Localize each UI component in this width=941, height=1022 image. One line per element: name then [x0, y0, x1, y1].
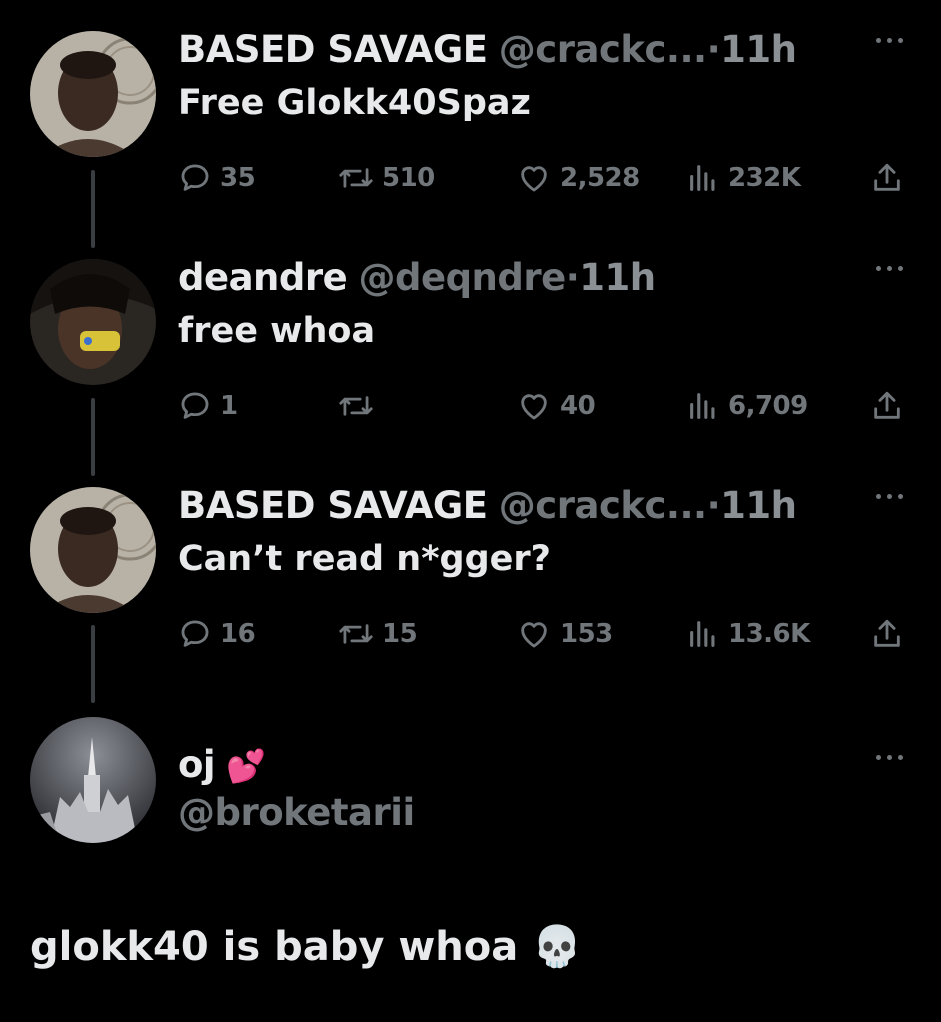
- more-options-button[interactable]: [870, 486, 910, 506]
- timestamp[interactable]: 11h: [720, 484, 797, 527]
- bar-chart-icon: [690, 165, 715, 191]
- heart-icon: [521, 622, 547, 648]
- action-bar: 1 40 6,709: [178, 386, 913, 426]
- like-count: 153: [560, 619, 613, 649]
- ellipsis-icon: [887, 494, 892, 499]
- share-button[interactable]: [870, 386, 904, 426]
- reply-button[interactable]: 1: [178, 386, 238, 426]
- display-name[interactable]: BASED SAVAGE: [178, 28, 488, 71]
- avatar[interactable]: [30, 259, 156, 385]
- ellipsis-icon: [898, 494, 903, 499]
- more-options-button[interactable]: [870, 747, 910, 767]
- timestamp[interactable]: 11h: [579, 256, 656, 299]
- reply-tweet[interactable]: oj 💕 @broketarii: [0, 715, 941, 855]
- speech-bubble-icon: [181, 164, 209, 191]
- tweet-header: BASED SAVAGE @crackc...·11h: [178, 28, 797, 72]
- username-handle[interactable]: @broketarii: [178, 791, 415, 834]
- timestamp[interactable]: 11h: [720, 28, 797, 71]
- tweet-header: BASED SAVAGE @crackc...·11h: [178, 484, 797, 528]
- ellipsis-icon: [887, 266, 892, 271]
- repost-arrows-icon: [339, 396, 373, 416]
- avatar[interactable]: [30, 487, 156, 613]
- share-upload-icon: [874, 619, 900, 647]
- tweet-header: deandre @deqndre·11h: [178, 256, 656, 300]
- speech-bubble-icon: [181, 620, 209, 647]
- heart-icon: [521, 394, 547, 420]
- username-handle[interactable]: @crackc...: [499, 28, 707, 71]
- view-count: 232K: [728, 163, 801, 193]
- repost-count: 510: [382, 163, 435, 193]
- ellipsis-icon: [876, 38, 881, 43]
- two-hearts-icon: 💕: [226, 747, 266, 785]
- more-options-button[interactable]: [870, 30, 910, 50]
- reply-button[interactable]: 35: [178, 158, 256, 198]
- username-handle[interactable]: @deqndre: [358, 256, 566, 299]
- ellipsis-icon: [887, 38, 892, 43]
- views-button[interactable]: 6,709: [686, 386, 808, 426]
- share-upload-icon: [874, 391, 900, 419]
- repost-count: 15: [382, 619, 418, 649]
- share-button[interactable]: [870, 158, 904, 198]
- ellipsis-icon: [898, 266, 903, 271]
- bar-chart-icon: [690, 621, 715, 647]
- reply-button[interactable]: 16: [178, 614, 256, 654]
- reply-author-header: oj 💕: [178, 743, 266, 788]
- avatar[interactable]: [30, 31, 156, 157]
- separator-dot: ·: [565, 256, 580, 299]
- reply-count: 16: [220, 619, 256, 649]
- action-bar: 35 510 2,528 232K: [178, 158, 913, 198]
- share-button[interactable]: [870, 614, 904, 654]
- tweet-text: Free Glokk40Spaz: [178, 83, 531, 123]
- separator-dot: ·: [706, 484, 721, 527]
- reply-text-body: glokk40 is baby whoa: [30, 924, 519, 970]
- display-name[interactable]: BASED SAVAGE: [178, 484, 488, 527]
- ellipsis-icon: [898, 755, 903, 760]
- view-count: 13.6K: [728, 619, 810, 649]
- like-button[interactable]: 2,528: [516, 158, 640, 198]
- action-bar: 16 15 153 13.6K: [178, 614, 913, 654]
- skull-icon: 💀: [532, 924, 582, 970]
- reply-count: 35: [220, 163, 256, 193]
- reply-count: 1: [220, 391, 238, 421]
- display-name[interactable]: deandre: [178, 256, 348, 299]
- reply-author-handle: @broketarii: [178, 791, 415, 835]
- ellipsis-icon: [887, 755, 892, 760]
- tweet[interactable]: deandre @deqndre·11h free whoa 1 40 6,70…: [0, 256, 941, 431]
- ellipsis-icon: [876, 755, 881, 760]
- heart-icon: [521, 166, 547, 192]
- like-button[interactable]: 40: [516, 386, 596, 426]
- views-button[interactable]: 13.6K: [686, 614, 810, 654]
- like-count: 40: [560, 391, 596, 421]
- speech-bubble-icon: [181, 392, 209, 419]
- ellipsis-icon: [898, 38, 903, 43]
- more-options-button[interactable]: [870, 258, 910, 278]
- repost-button[interactable]: 510: [338, 158, 435, 198]
- tweet-text: Can’t read n*gger?: [178, 539, 551, 579]
- tweet[interactable]: BASED SAVAGE @crackc...·11h Free Glokk40…: [0, 28, 941, 203]
- separator-dot: ·: [706, 28, 721, 71]
- like-button[interactable]: 153: [516, 614, 613, 654]
- ellipsis-icon: [876, 494, 881, 499]
- tweet-text: free whoa: [178, 311, 376, 351]
- views-button[interactable]: 232K: [686, 158, 801, 198]
- ellipsis-icon: [876, 266, 881, 271]
- avatar[interactable]: [30, 717, 156, 843]
- username-handle[interactable]: @crackc...: [499, 484, 707, 527]
- repost-button[interactable]: [338, 386, 382, 426]
- like-count: 2,528: [560, 163, 640, 193]
- display-name[interactable]: oj: [178, 743, 216, 786]
- repost-arrows-icon: [339, 168, 373, 188]
- reply-text: glokk40 is baby whoa 💀: [30, 922, 582, 972]
- view-count: 6,709: [728, 391, 808, 421]
- repost-arrows-icon: [339, 624, 373, 644]
- share-upload-icon: [874, 163, 900, 191]
- tweet[interactable]: BASED SAVAGE @crackc...·11h Can’t read n…: [0, 484, 941, 659]
- bar-chart-icon: [690, 393, 715, 419]
- repost-button[interactable]: 15: [338, 614, 418, 654]
